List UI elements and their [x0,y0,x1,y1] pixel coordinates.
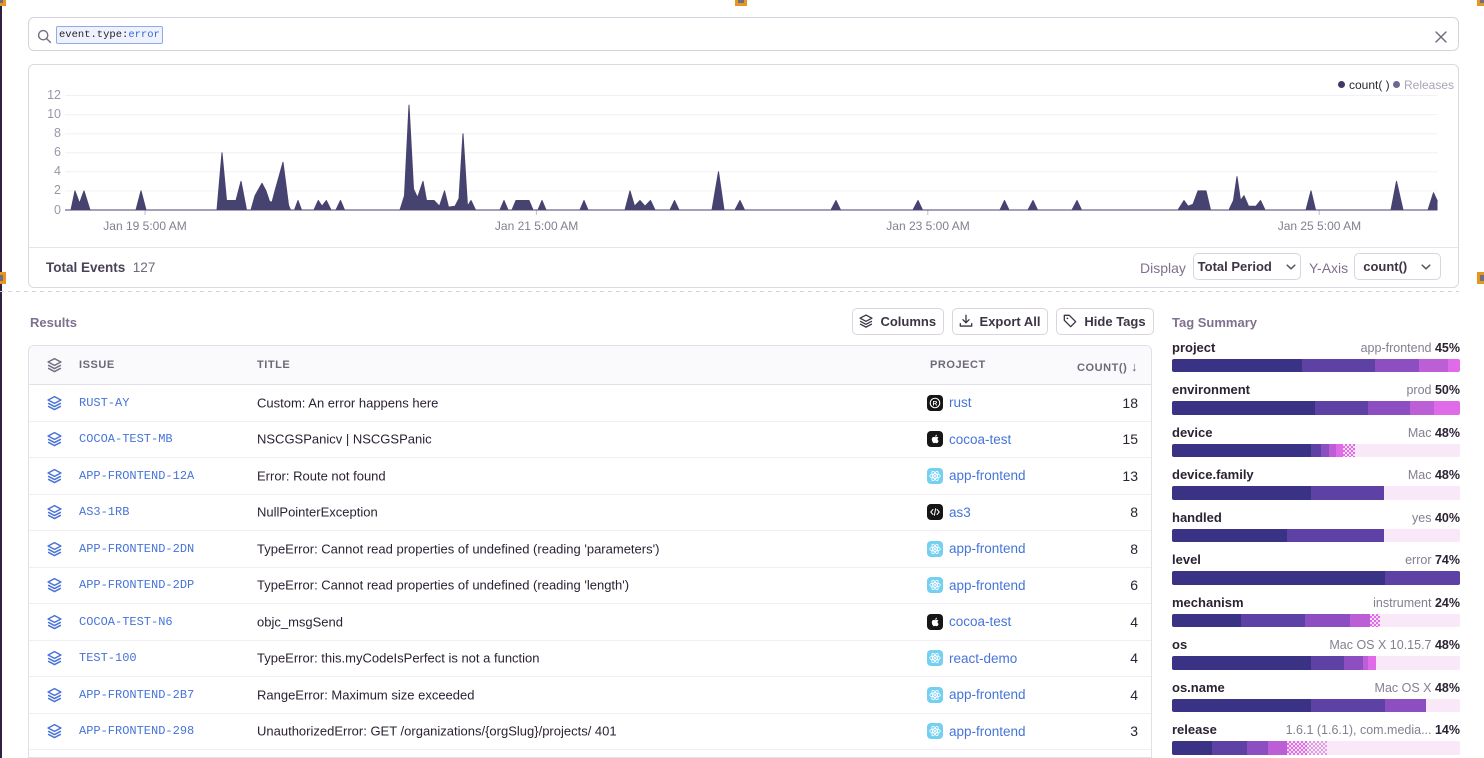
svg-text:R: R [933,400,938,407]
